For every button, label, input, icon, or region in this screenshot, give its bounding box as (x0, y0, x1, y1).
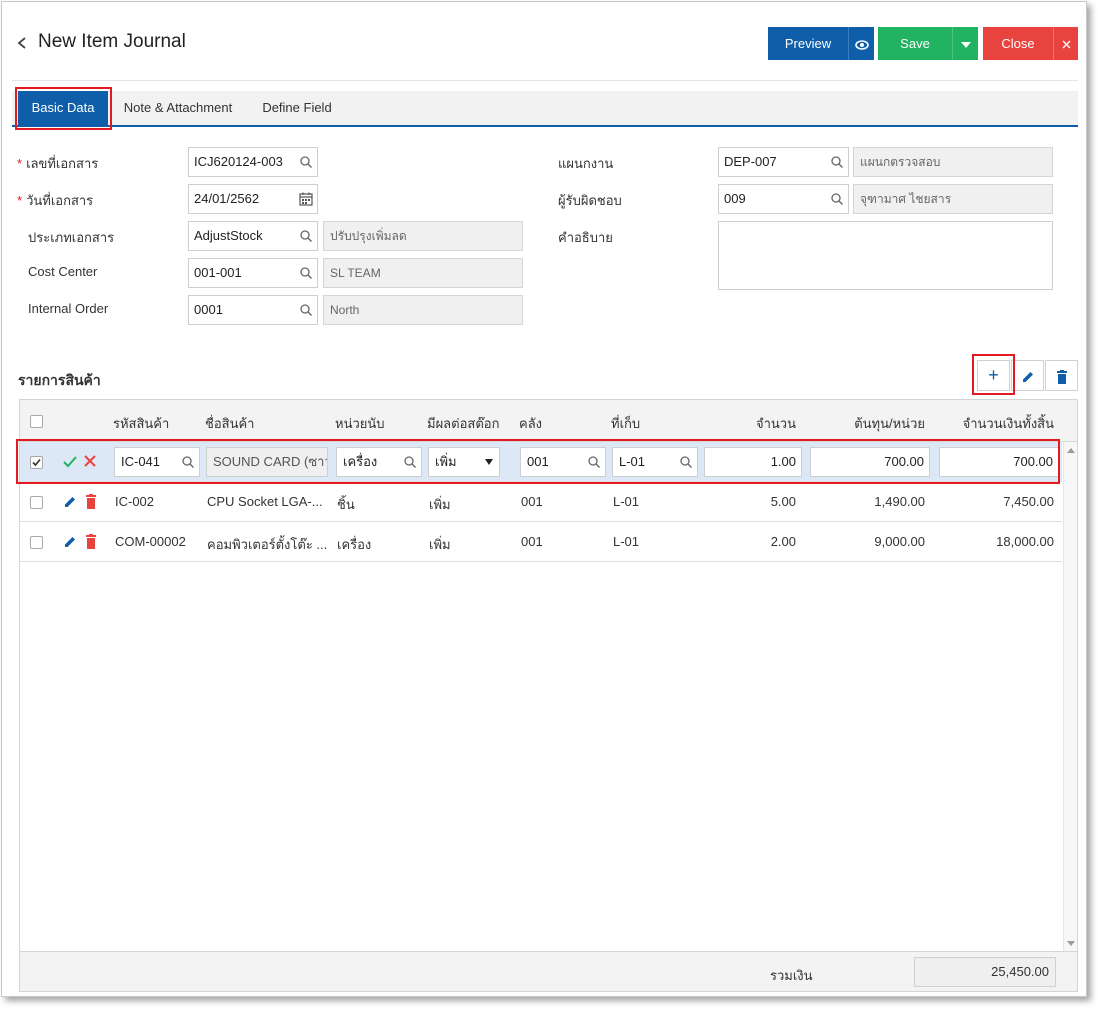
item-journal-window: New Item Journal Preview Save Close Basi… (1, 1, 1087, 997)
search-icon (300, 156, 312, 168)
doc-type-description: ปรับปรุงเพิ่มลด (323, 221, 523, 251)
department-field[interactable]: DEP-007 (718, 147, 849, 177)
cell-unit-cost: 1,490.00 (874, 494, 925, 509)
preview-button[interactable]: Preview (768, 27, 848, 60)
doc-date-field[interactable]: 24/01/2562 (188, 184, 318, 214)
cell-stock-effect: เพิ่ม (429, 497, 451, 512)
row-checkbox[interactable] (30, 536, 43, 549)
internal-order-field[interactable]: 0001 (188, 295, 318, 325)
cost-center-description: SL TEAM (323, 258, 523, 288)
cell-code: COM-00002 (115, 534, 186, 549)
add-button-highlight-box (972, 354, 1015, 395)
cell-amount: 7,450.00 (1003, 494, 1054, 509)
cost-center-label: Cost Center (28, 264, 98, 279)
select-all-checkbox[interactable] (30, 415, 43, 428)
responsible-description: จุฑามาศ ไชยสาร (853, 184, 1053, 214)
responsible-label: ผู้รับผิดชอบ (558, 193, 622, 208)
close-x-icon[interactable] (1053, 27, 1078, 60)
search-icon (300, 304, 312, 316)
col-unit-cost[interactable]: ต้นทุน/หน่วย (810, 413, 925, 434)
cell-qty: 2.00 (770, 534, 796, 549)
search-icon (300, 230, 312, 242)
col-code[interactable]: รหัสสินค้า (113, 413, 169, 434)
grid-header: รหัสสินค้า ชื่อสินค้า หน่วยนับ มีผลต่อสต… (20, 400, 1077, 442)
total-label: รวมเงิน (770, 968, 813, 983)
edit-icon[interactable] (63, 495, 77, 509)
close-button[interactable]: Close (983, 27, 1053, 60)
cell-amount: 18,000.00 (996, 534, 1054, 549)
department-label: แผนกงาน (558, 156, 614, 171)
scroll-up-arrow-icon[interactable] (1067, 448, 1075, 453)
col-unit[interactable]: หน่วยนับ (335, 413, 385, 434)
edit-icon[interactable] (63, 535, 77, 549)
col-stock-effect[interactable]: มีผลต่อสต๊อก (427, 413, 499, 434)
cell-qty: 5.00 (770, 494, 796, 509)
description-label: คำอธิบาย (558, 230, 613, 245)
tab-highlight-box (15, 87, 112, 130)
doc-type-field[interactable]: AdjustStock (188, 221, 318, 251)
cell-code: IC-002 (115, 494, 155, 509)
cell-location: L-01 (613, 534, 640, 549)
page-title: New Item Journal (38, 31, 186, 52)
cell-location: L-01 (613, 494, 640, 509)
search-icon (300, 267, 312, 279)
save-dropdown-caret-icon[interactable] (952, 27, 978, 60)
cell-unit-cost: 9,000.00 (874, 534, 925, 549)
search-icon (831, 193, 843, 205)
doc-no-field[interactable]: ICJ620124-003 (188, 147, 318, 177)
row-checkbox[interactable] (30, 496, 43, 509)
col-qty[interactable]: จำนวน (700, 413, 796, 434)
scroll-down-arrow-icon[interactable] (1067, 941, 1075, 946)
tab-note-attachment[interactable]: Note & Attachment (112, 91, 244, 125)
tab-define-field[interactable]: Define Field (252, 91, 342, 125)
cell-unit: ชิ้น (337, 497, 355, 512)
tab-bar: Basic Data Note & Attachment Define Fiel… (12, 91, 1078, 127)
internal-order-description: North (323, 295, 523, 325)
items-grid: รหัสสินค้า ชื่อสินค้า หน่วยนับ มีผลต่อสต… (19, 399, 1078, 992)
search-icon (831, 156, 843, 168)
trash-icon[interactable] (85, 534, 97, 549)
table-row[interactable]: IC-002 CPU Socket LGA-... ชิ้น เพิ่ม 001… (20, 482, 1062, 522)
cell-stock-effect: เพิ่ม (429, 537, 451, 552)
doc-type-label: ประเภทเอกสาร (28, 230, 115, 245)
cell-warehouse: 001 (521, 534, 543, 549)
trash-icon[interactable] (85, 494, 97, 509)
grid-footer: รวมเงิน 25,450.00 (20, 951, 1077, 991)
edit-row-highlight-box (16, 439, 1060, 484)
table-row[interactable]: COM-00002 คอมพิวเตอร์ตั้งโต๊ะ ... เครื่อ… (20, 522, 1062, 562)
cell-warehouse: 001 (521, 494, 543, 509)
back-arrow-icon[interactable] (16, 32, 32, 54)
total-value: 25,450.00 (914, 957, 1056, 987)
save-button[interactable]: Save (878, 27, 952, 60)
doc-no-label: * เลขที่เอกสาร (17, 156, 99, 171)
trash-icon[interactable] (1045, 360, 1078, 391)
header-divider (12, 80, 1078, 81)
grid-scrollbar[interactable] (1063, 442, 1077, 952)
department-description: แผนกตรวจสอบ (853, 147, 1053, 177)
col-name[interactable]: ชื่อสินค้า (205, 413, 254, 434)
doc-date-label: * วันที่เอกสาร (17, 193, 94, 208)
calendar-icon (299, 192, 313, 206)
col-warehouse[interactable]: คลัง (519, 413, 542, 434)
items-section-title: รายการสินค้า (18, 372, 101, 388)
eye-icon[interactable] (848, 27, 874, 60)
responsible-field[interactable]: 009 (718, 184, 849, 214)
cell-name: คอมพิวเตอร์ตั้งโต๊ะ ... (207, 537, 328, 552)
description-textarea[interactable] (718, 221, 1053, 290)
cell-name: CPU Socket LGA-... (207, 494, 323, 509)
edit-icon[interactable] (1011, 360, 1044, 391)
col-amount[interactable]: จำนวนเงินทั้งสิ้น (940, 413, 1054, 434)
col-location[interactable]: ที่เก็บ (611, 413, 640, 434)
cell-unit: เครื่อง (337, 537, 372, 552)
internal-order-label: Internal Order (28, 301, 109, 316)
cost-center-field[interactable]: 001-001 (188, 258, 318, 288)
